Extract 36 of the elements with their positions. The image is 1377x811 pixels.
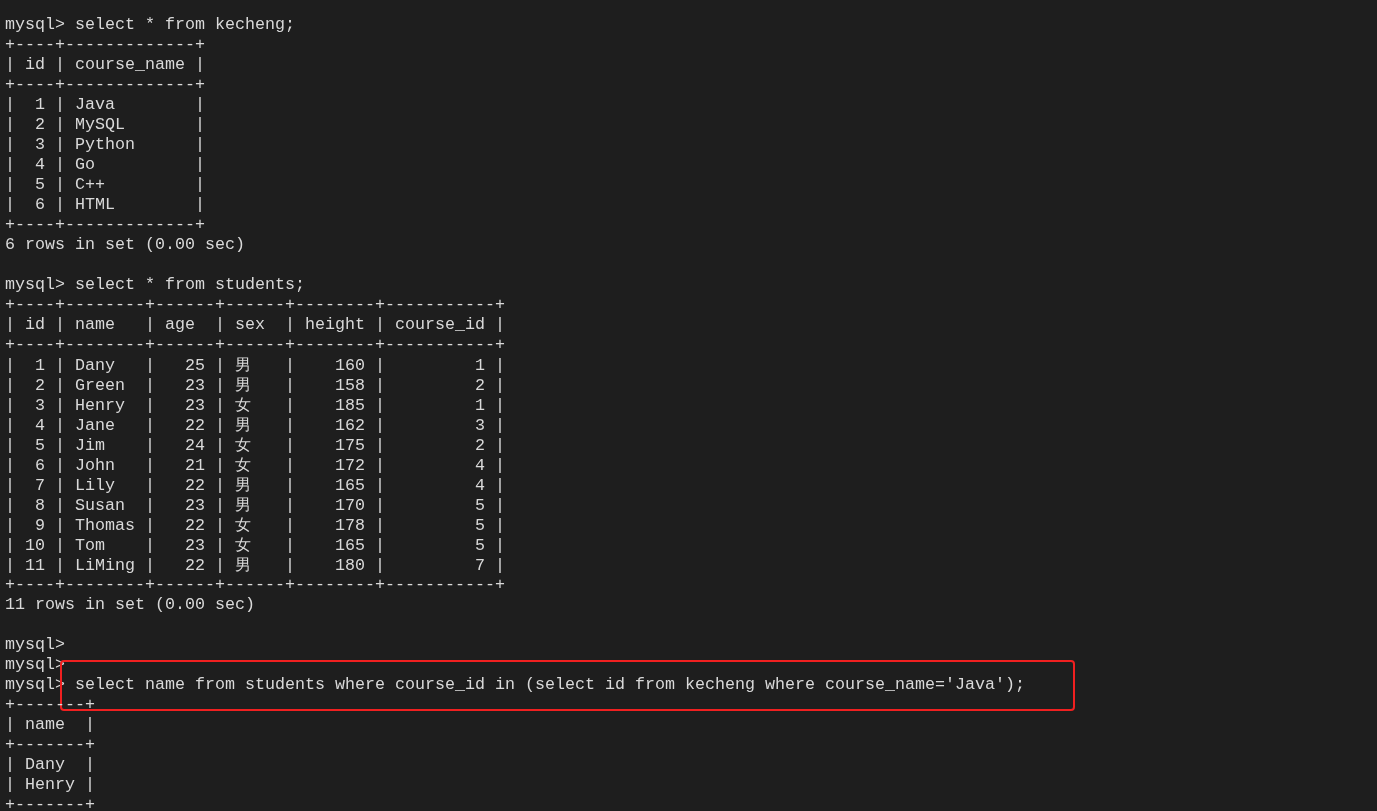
terminal-line: | Henry | [5, 775, 95, 794]
terminal-line: | 1 | Java | [5, 95, 205, 114]
terminal-line: | 10 | Tom | 23 | 女 | 165 | 5 | [5, 536, 505, 555]
terminal-line: +-------+ [5, 695, 95, 714]
terminal-line: | 5 | C++ | [5, 175, 205, 194]
terminal-line: | 1 | Dany | 25 | 男 | 160 | 1 | [5, 356, 505, 375]
terminal-line: | 4 | Go | [5, 155, 205, 174]
terminal-line: 6 rows in set (0.00 sec) [5, 235, 245, 254]
terminal-line: +-------+ [5, 795, 95, 811]
terminal-line: | 8 | Susan | 23 | 男 | 170 | 5 | [5, 496, 505, 515]
terminal-line: | 11 | LiMing | 22 | 男 | 180 | 7 | [5, 556, 505, 575]
terminal-line: | 9 | Thomas | 22 | 女 | 178 | 5 | [5, 516, 505, 535]
terminal-line: | 2 | Green | 23 | 男 | 158 | 2 | [5, 376, 505, 395]
terminal-line: +----+--------+------+------+--------+-----------+ [5, 575, 505, 594]
terminal-line: | 3 | Python | [5, 135, 205, 154]
terminal-line: | id | course_name | [5, 55, 205, 74]
terminal-line: +----+-------------+ [5, 75, 205, 94]
terminal-line: mysql> select * from kecheng; [5, 15, 295, 34]
terminal-line: mysql> select * from students; [5, 275, 305, 294]
terminal-line: +----+-------------+ [5, 215, 205, 234]
terminal-line: +----+-------------+ [5, 35, 205, 54]
terminal-line: +-------+ [5, 735, 95, 754]
terminal-line: | 5 | Jim | 24 | 女 | 175 | 2 | [5, 436, 505, 455]
terminal-line: | 3 | Henry | 23 | 女 | 185 | 1 | [5, 396, 505, 415]
terminal-line: 11 rows in set (0.00 sec) [5, 595, 255, 614]
terminal-line: | name | [5, 715, 95, 734]
terminal-line: | 2 | MySQL | [5, 115, 205, 134]
terminal-line: | Dany | [5, 755, 95, 774]
terminal-line: mysql> [5, 635, 65, 654]
terminal-line: | 6 | John | 21 | 女 | 172 | 4 | [5, 456, 505, 475]
terminal-line: | id | name | age | sex | height | course_id | [5, 315, 505, 334]
terminal-line: | 4 | Jane | 22 | 男 | 162 | 3 | [5, 416, 505, 435]
terminal-line: | 6 | HTML | [5, 195, 205, 214]
terminal-line: +----+--------+------+------+--------+-----------+ [5, 335, 505, 354]
terminal-line: +----+--------+------+------+--------+-----------+ [5, 295, 505, 314]
terminal-line: | 7 | Lily | 22 | 男 | 165 | 4 | [5, 476, 505, 495]
